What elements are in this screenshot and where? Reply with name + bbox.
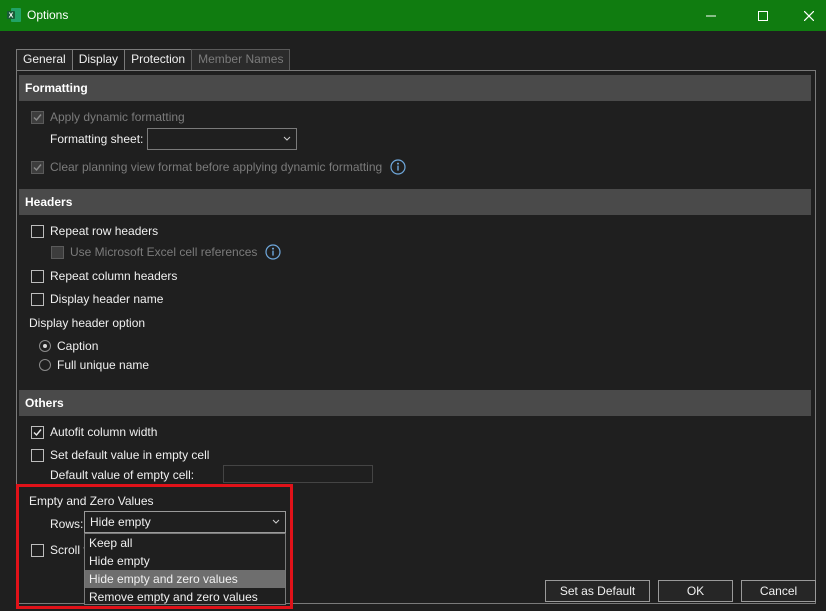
rows-dropdown-list: Keep all Hide empty Hide empty and zero … bbox=[84, 533, 286, 605]
empty-zero-row: Empty and Zero Values bbox=[29, 492, 154, 510]
set-as-default-button[interactable]: Set as Default bbox=[545, 580, 650, 602]
set-default-label: Set default value in empty cell bbox=[50, 448, 210, 462]
tab-general[interactable]: General bbox=[16, 49, 73, 70]
excel-icon: X bbox=[7, 8, 21, 22]
default-value-row: Default value of empty cell: bbox=[50, 466, 194, 484]
default-value-input bbox=[223, 465, 373, 483]
autofit-label: Autofit column width bbox=[50, 425, 158, 439]
apply-dynamic-row: Apply dynamic formatting bbox=[31, 108, 185, 126]
minimize-icon bbox=[706, 15, 716, 16]
chevron-down-icon bbox=[283, 136, 291, 141]
dropdown-option-remove-empty-zero[interactable]: Remove empty and zero values bbox=[85, 588, 285, 606]
caption-label: Caption bbox=[57, 339, 99, 353]
set-default-row[interactable]: Set default value in empty cell bbox=[31, 446, 209, 464]
autofit-row[interactable]: Autofit column width bbox=[31, 423, 157, 441]
rows-label: Rows: bbox=[50, 517, 84, 531]
checkmark-icon bbox=[33, 163, 42, 171]
repeat-row-headers-checkbox[interactable] bbox=[31, 224, 44, 238]
clear-planning-row: Clear planning view format before applyi… bbox=[31, 158, 406, 176]
dialog-content: General Display Protection Member Names … bbox=[0, 31, 826, 611]
empty-zero-label: Empty and Zero Values bbox=[29, 494, 154, 508]
rows-select-value: Hide empty bbox=[90, 515, 151, 529]
use-excel-refs-label: Use Microsoft Excel cell references bbox=[70, 245, 258, 259]
formatting-sheet-label: Formatting sheet: bbox=[50, 132, 144, 146]
others-header: Others bbox=[19, 390, 811, 416]
chevron-down-icon bbox=[272, 519, 280, 524]
autofit-checkbox[interactable] bbox=[31, 425, 44, 439]
scroll-checkbox[interactable] bbox=[31, 543, 44, 557]
apply-dynamic-checkbox bbox=[31, 110, 44, 124]
repeat-row-headers-row[interactable]: Repeat row headers bbox=[31, 222, 158, 240]
tab-member-names: Member Names bbox=[191, 49, 291, 70]
clear-planning-label: Clear planning view format before applyi… bbox=[50, 160, 383, 174]
display-header-name-label: Display header name bbox=[50, 292, 164, 306]
caption-option-row[interactable]: Caption bbox=[39, 337, 98, 355]
dropdown-option-keep-all[interactable]: Keep all bbox=[85, 534, 285, 552]
full-unique-name-label: Full unique name bbox=[57, 358, 150, 372]
ok-button[interactable]: OK bbox=[658, 580, 733, 602]
checkmark-icon bbox=[33, 113, 42, 121]
svg-text:X: X bbox=[9, 13, 14, 20]
window-title: Options bbox=[27, 8, 69, 22]
radio-dot bbox=[43, 344, 47, 348]
formatting-header: Formatting bbox=[19, 75, 811, 101]
maximize-button[interactable] bbox=[740, 0, 786, 31]
repeat-column-headers-row[interactable]: Repeat column headers bbox=[31, 267, 177, 285]
minimize-button[interactable] bbox=[688, 0, 734, 31]
display-header-option-label: Display header option bbox=[29, 316, 146, 330]
title-bar: X Options bbox=[0, 0, 826, 31]
default-value-label: Default value of empty cell: bbox=[50, 468, 195, 482]
info-icon[interactable] bbox=[390, 159, 406, 175]
caption-radio[interactable] bbox=[39, 340, 51, 352]
formatting-sheet-row: Formatting sheet: bbox=[50, 130, 143, 148]
set-default-checkbox[interactable] bbox=[31, 448, 44, 462]
cancel-button[interactable]: Cancel bbox=[741, 580, 816, 602]
apply-dynamic-label: Apply dynamic formatting bbox=[50, 110, 185, 124]
display-header-option-row: Display header option bbox=[29, 314, 145, 332]
formatting-sheet-select[interactable] bbox=[147, 128, 297, 150]
scroll-label: Scroll t bbox=[50, 543, 87, 557]
rows-row: Rows: bbox=[50, 515, 83, 533]
full-unique-name-radio[interactable] bbox=[39, 359, 51, 371]
tab-strip: General Display Protection Member Names bbox=[16, 49, 291, 71]
repeat-column-headers-checkbox[interactable] bbox=[31, 269, 44, 283]
headers-header: Headers bbox=[19, 189, 811, 215]
dropdown-option-hide-empty[interactable]: Hide empty bbox=[85, 552, 285, 570]
tab-protection[interactable]: Protection bbox=[124, 49, 193, 70]
checkmark-icon bbox=[33, 428, 42, 436]
scroll-row[interactable]: Scroll t bbox=[31, 541, 87, 559]
rows-select[interactable]: Hide empty bbox=[84, 511, 286, 533]
clear-planning-checkbox bbox=[31, 160, 44, 174]
use-excel-refs-row: Use Microsoft Excel cell references bbox=[51, 243, 282, 261]
tab-display[interactable]: Display bbox=[71, 49, 126, 71]
dropdown-option-hide-empty-zero[interactable]: Hide empty and zero values bbox=[85, 570, 285, 588]
repeat-column-headers-label: Repeat column headers bbox=[50, 269, 178, 283]
close-icon bbox=[804, 10, 814, 21]
full-unique-name-row[interactable]: Full unique name bbox=[39, 356, 149, 374]
display-header-name-row[interactable]: Display header name bbox=[31, 290, 163, 308]
use-excel-refs-checkbox bbox=[51, 245, 64, 259]
display-header-name-checkbox[interactable] bbox=[31, 292, 44, 306]
info-icon[interactable] bbox=[265, 244, 282, 260]
maximize-icon bbox=[758, 10, 768, 21]
repeat-row-headers-label: Repeat row headers bbox=[50, 224, 159, 238]
close-button[interactable] bbox=[786, 0, 826, 31]
